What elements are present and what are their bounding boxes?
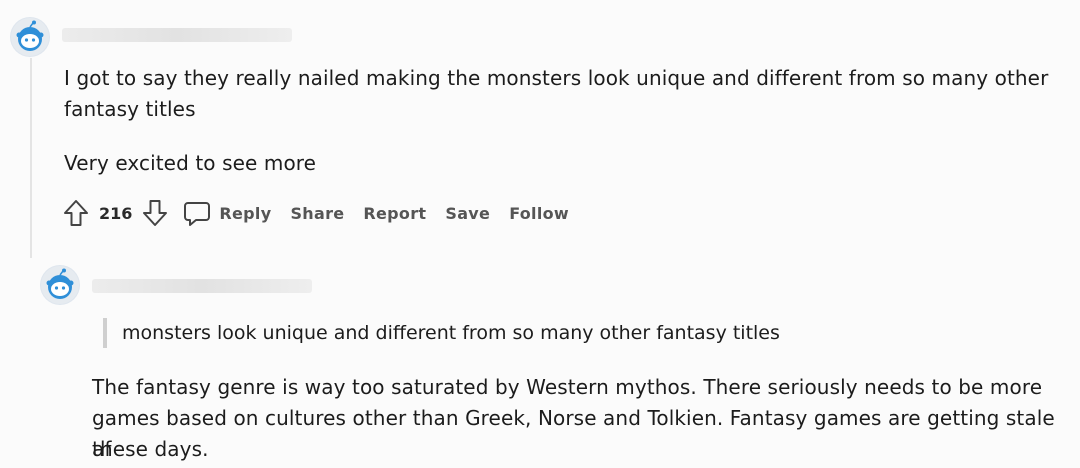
reddit-snoo-avatar-icon	[11, 18, 49, 56]
report-button[interactable]: Report	[363, 204, 426, 223]
comment-body-line: these days.	[92, 437, 209, 461]
comment-body-line: games based on cultures other than Greek…	[92, 406, 1055, 461]
username-redacted[interactable]	[62, 28, 292, 42]
comment-body-line: I got to say they really nailed making t…	[64, 66, 1049, 90]
quote-text: monsters look unique and different from …	[122, 322, 780, 344]
save-button[interactable]: Save	[445, 204, 490, 223]
reply-button[interactable]: Reply	[219, 204, 271, 223]
upvote-icon[interactable]	[62, 198, 90, 228]
comment-action-bar: 216 Reply Share Report Save Follow	[62, 196, 588, 230]
avatar[interactable]	[40, 265, 80, 305]
arrow-down-outline-icon	[143, 200, 168, 226]
share-button[interactable]: Share	[290, 204, 344, 223]
downvote-icon[interactable]	[141, 198, 169, 228]
speech-bubble-icon	[184, 202, 211, 226]
blockquote: monsters look unique and different from …	[103, 318, 780, 348]
arrow-up-outline-icon	[64, 200, 88, 226]
comment-body-paragraph: Very excited to see more	[64, 151, 317, 175]
reply-icon[interactable]	[183, 199, 211, 227]
username-redacted[interactable]	[92, 279, 312, 293]
follow-button[interactable]: Follow	[509, 204, 569, 223]
avatar[interactable]	[10, 17, 50, 57]
reddit-snoo-avatar-icon	[41, 266, 79, 304]
vote-count: 216	[99, 203, 133, 223]
comment-body-line: The fantasy genre is way too saturated b…	[92, 375, 1043, 399]
thread-line[interactable]	[30, 58, 32, 258]
comment-body-line: fantasy titles	[64, 97, 196, 121]
